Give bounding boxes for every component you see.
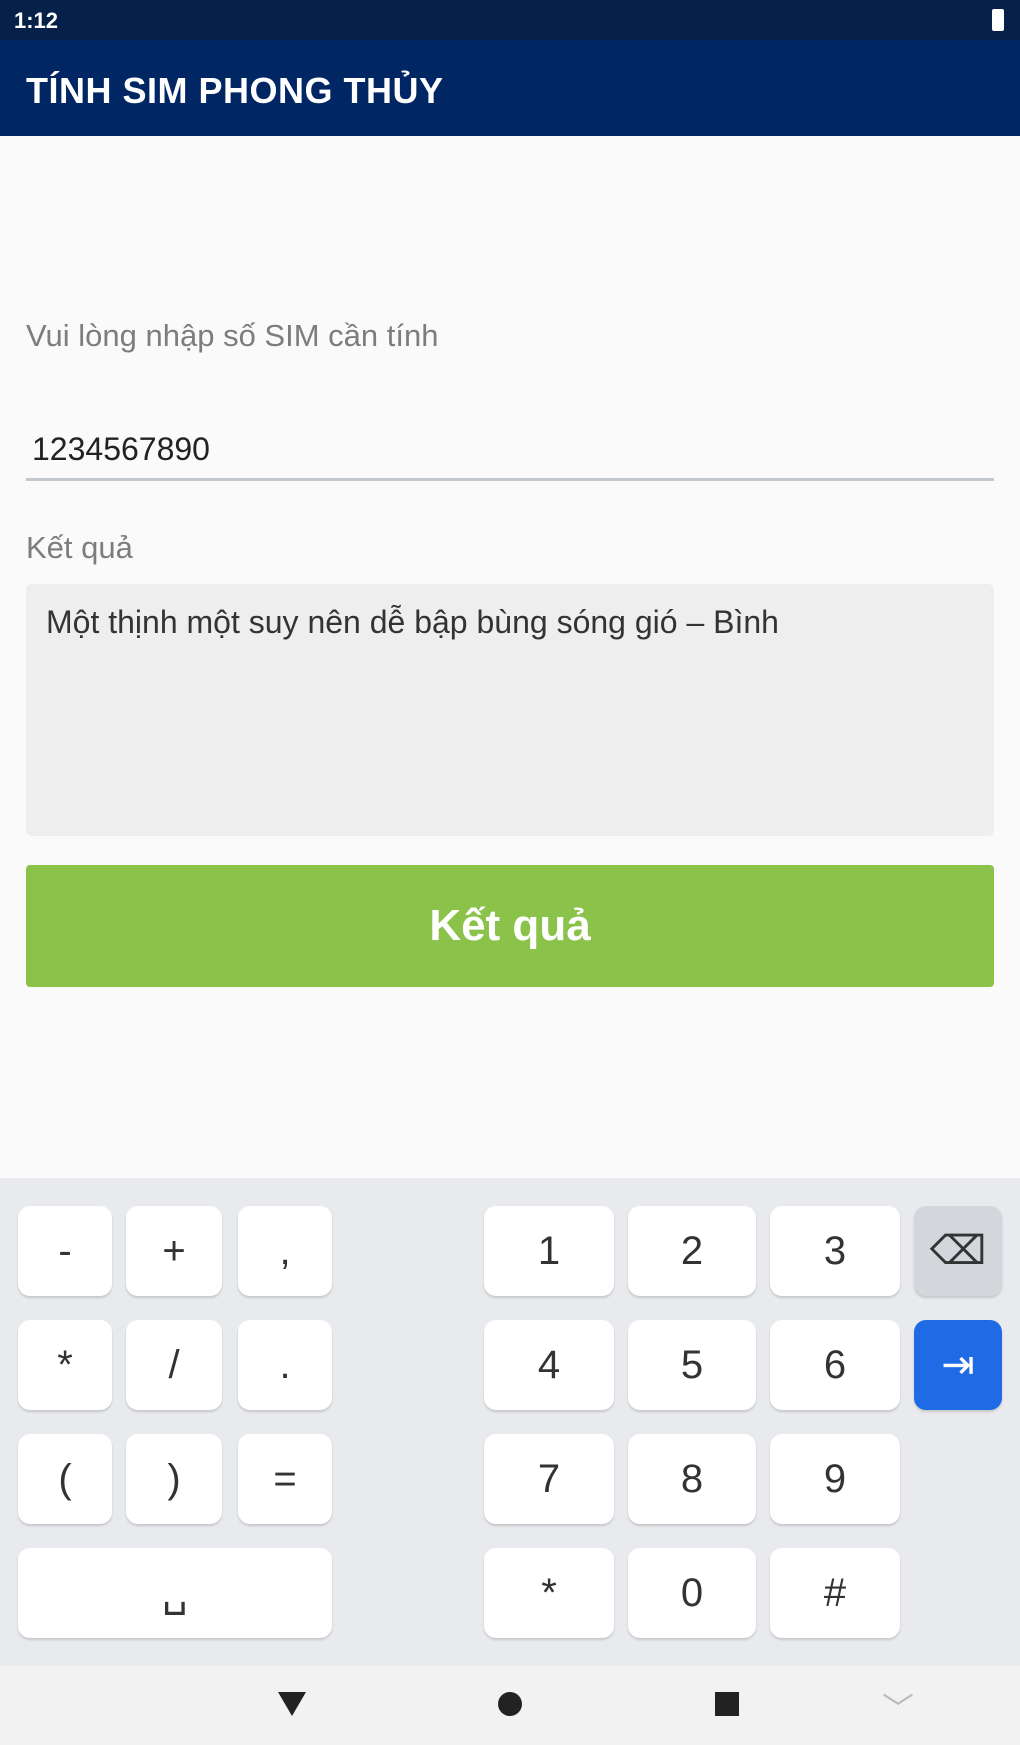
navigation-bar: ﹀ — [0, 1666, 1020, 1745]
key-hash[interactable]: # — [770, 1548, 900, 1638]
recents-icon[interactable] — [715, 1692, 739, 1716]
key-minus[interactable]: - — [18, 1206, 112, 1296]
result-textarea[interactable]: Một thịnh một suy nên dễ bập bùng sóng g… — [26, 584, 994, 836]
status-bar: 1:12 — [0, 0, 1020, 40]
key-2[interactable]: 2 — [628, 1206, 756, 1296]
result-text: Một thịnh một suy nên dễ bập bùng sóng g… — [46, 604, 779, 640]
key-open-paren[interactable]: ( — [18, 1434, 112, 1524]
numeric-keyboard: - + , * / . ( ) = ␣ 1 2 3 ⌫ 4 5 6 ⇥ 7 8 … — [0, 1178, 1020, 1666]
key-equals[interactable]: = — [238, 1434, 332, 1524]
key-8[interactable]: 8 — [628, 1434, 756, 1524]
app-title: TÍNH SIM PHONG THỦY — [26, 70, 444, 111]
key-9[interactable]: 9 — [770, 1434, 900, 1524]
key-4[interactable]: 4 — [484, 1320, 614, 1410]
result-label: Kết quả — [26, 530, 133, 565]
key-slash[interactable]: / — [126, 1320, 222, 1410]
key-comma[interactable]: , — [238, 1206, 332, 1296]
app-bar: TÍNH SIM PHONG THỦY — [0, 40, 1020, 136]
sim-number-input[interactable] — [26, 421, 994, 481]
keyboard-hide-icon[interactable]: ﹀ — [882, 1684, 914, 1730]
key-3[interactable]: 3 — [770, 1206, 900, 1296]
home-icon[interactable] — [498, 1692, 522, 1716]
key-space[interactable]: ␣ — [18, 1548, 332, 1638]
key-6[interactable]: 6 — [770, 1320, 900, 1410]
key-star[interactable]: * — [484, 1548, 614, 1638]
status-time: 1:12 — [14, 8, 59, 33]
key-plus[interactable]: + — [126, 1206, 222, 1296]
back-icon[interactable] — [278, 1692, 306, 1716]
key-5[interactable]: 5 — [628, 1320, 756, 1410]
backspace-icon[interactable]: ⌫ — [914, 1206, 1002, 1296]
key-period[interactable]: . — [238, 1320, 332, 1410]
key-7[interactable]: 7 — [484, 1434, 614, 1524]
result-button[interactable]: Kết quả — [26, 865, 994, 987]
key-1[interactable]: 1 — [484, 1206, 614, 1296]
key-close-paren[interactable]: ) — [126, 1434, 222, 1524]
key-asterisk[interactable]: * — [18, 1320, 112, 1410]
key-0[interactable]: 0 — [628, 1548, 756, 1638]
next-field-icon[interactable]: ⇥ — [914, 1320, 1002, 1410]
sim-input-label: Vui lòng nhập số SIM cần tính — [26, 318, 439, 353]
battery-icon — [992, 9, 1004, 31]
main-content: Vui lòng nhập số SIM cần tính Kết quả Mộ… — [0, 136, 1020, 1178]
